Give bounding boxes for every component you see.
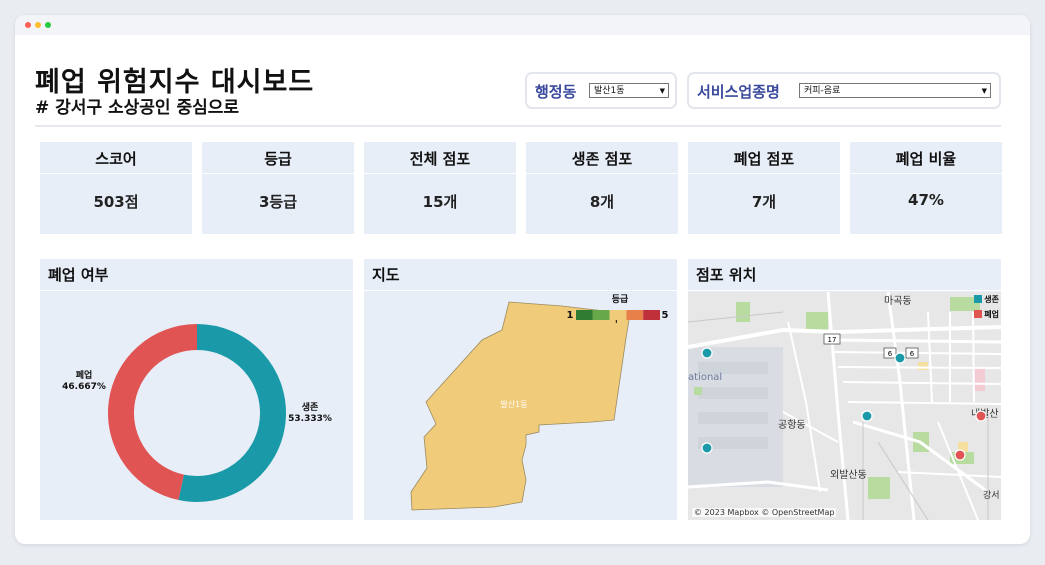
grade-legend-title: 등급 bbox=[612, 294, 629, 305]
donut-data-label: 46.667% bbox=[62, 382, 106, 392]
donut-slice-survived[interactable] bbox=[178, 324, 286, 502]
store-marker-closed[interactable] bbox=[975, 410, 987, 422]
kpi-value: 7개 bbox=[751, 193, 777, 211]
kpi-value: 15개 bbox=[422, 193, 458, 211]
kpi-label: 폐업 비율 bbox=[895, 150, 957, 168]
map-attribution[interactable]: © 2023 Mapbox © OpenStreetMap bbox=[692, 508, 837, 517]
donut-chart: 생존53.333% 폐업46.667% bbox=[62, 324, 332, 502]
map-overlay: 17 6 6 bbox=[701, 333, 987, 461]
kpi-card-closed-stores: 폐업 점포 7개 bbox=[688, 142, 840, 234]
legend-label: 생존 bbox=[984, 295, 999, 304]
panel-divider bbox=[688, 290, 1001, 291]
district-select-value: 발산1동 bbox=[594, 86, 625, 96]
kpi-label: 등급 bbox=[264, 150, 292, 168]
donut-data-label: 생존 bbox=[302, 401, 319, 413]
kpi-card-total-stores: 전체 점포 15개 bbox=[364, 142, 516, 234]
road-number: 6 bbox=[888, 350, 893, 358]
legend-label: 폐업 bbox=[984, 310, 999, 319]
dashboard-window: 폐업 위험지수 대시보드 # 강서구 소상공인 중심으로 행정동 발산1동 ▼ … bbox=[15, 15, 1030, 544]
road-number: 6 bbox=[910, 350, 915, 358]
chevron-down-icon: ▼ bbox=[981, 87, 987, 95]
legend-swatch bbox=[974, 295, 983, 303]
maximize-window-icon[interactable] bbox=[45, 22, 51, 28]
kpi-card-closure-rate: 폐업 비율 47% bbox=[850, 142, 1002, 234]
close-window-icon[interactable] bbox=[25, 22, 31, 28]
kpi-divider bbox=[850, 173, 1002, 174]
store-marker-closed[interactable] bbox=[954, 449, 966, 461]
kpi-value: 503점 bbox=[93, 193, 139, 211]
grade-legend-max: 5 bbox=[662, 310, 669, 321]
kpi-card-grade: 등급 3등급 bbox=[202, 142, 354, 234]
legend-item-survived: 생존 bbox=[974, 294, 999, 305]
kpi-label: 전체 점포 bbox=[409, 150, 471, 168]
grade-legend-swatch bbox=[626, 310, 644, 320]
store-marker-survived[interactable] bbox=[861, 410, 873, 422]
district-select[interactable]: 발산1동 ▼ bbox=[589, 83, 669, 98]
grade-legend-swatch bbox=[592, 310, 610, 320]
kpi-card-score: 스코어 503점 bbox=[40, 142, 192, 234]
service-filter-label: 서비스업종명 bbox=[697, 83, 780, 101]
kpi-value: 8개 bbox=[589, 193, 615, 211]
kpi-value: 3등급 bbox=[258, 193, 298, 211]
store-marker-survived[interactable] bbox=[701, 442, 713, 454]
closure-status-panel: 폐업 여부 생존 53.333% 폐업 46.667% bbox=[40, 259, 353, 520]
kpi-divider bbox=[364, 173, 516, 174]
panel-divider bbox=[40, 290, 353, 291]
minimize-window-icon[interactable] bbox=[35, 22, 41, 28]
region-map-panel: 지도 발산1동 등급 1 5 bbox=[364, 259, 677, 520]
panel-title: 점포 위치 bbox=[696, 266, 757, 284]
page-subtitle: # 강서구 소상공인 중심으로 bbox=[35, 98, 240, 118]
choropleth-map: 발산1동 등급 1 5 bbox=[410, 294, 669, 511]
service-select[interactable]: 커피-음료 ▼ bbox=[799, 83, 991, 98]
donut-data-label: 53.333% bbox=[288, 414, 332, 424]
panel-divider bbox=[364, 290, 677, 291]
grade-legend-swatch bbox=[609, 310, 627, 320]
donut-slice-closed[interactable] bbox=[108, 324, 198, 501]
road-number: 17 bbox=[828, 336, 837, 344]
store-marker-survived[interactable] bbox=[701, 347, 713, 359]
district-filter: 행정동 발산1동 ▼ bbox=[525, 72, 677, 109]
panel-title: 지도 bbox=[372, 266, 400, 284]
kpi-divider bbox=[40, 173, 192, 174]
window-titlebar bbox=[15, 15, 1030, 35]
kpi-label: 폐업 점포 bbox=[733, 150, 795, 168]
service-filter: 서비스업종명 커피-음료 ▼ bbox=[687, 72, 1001, 109]
kpi-divider bbox=[526, 173, 678, 174]
kpi-label: 스코어 bbox=[95, 150, 137, 168]
legend-item-closed: 폐업 bbox=[974, 309, 999, 320]
district-filter-label: 행정동 bbox=[535, 83, 577, 101]
chevron-down-icon: ▼ bbox=[659, 87, 665, 95]
grade-legend-min: 1 bbox=[567, 310, 574, 321]
kpi-card-surviving-stores: 생존 점포 8개 bbox=[526, 142, 678, 234]
donut-data-label: 폐업 bbox=[76, 369, 93, 381]
kpi-value: 47% bbox=[908, 191, 944, 209]
kpi-divider bbox=[688, 173, 840, 174]
grade-legend-swatch bbox=[576, 310, 593, 320]
region-label: 발산1동 bbox=[500, 399, 527, 409]
header-divider bbox=[35, 125, 1001, 127]
legend-swatch bbox=[974, 310, 983, 318]
panel-title: 폐업 여부 bbox=[48, 266, 109, 284]
kpi-divider bbox=[202, 173, 354, 174]
store-marker-survived[interactable] bbox=[894, 352, 906, 364]
store-map[interactable]: 마곡동 공항동 외발산동 내발산 ational 강서 17 6 6 생존 폐업… bbox=[688, 292, 1001, 520]
kpi-label: 생존 점포 bbox=[571, 150, 633, 168]
store-location-panel: 점포 위치 마곡동 공항동 외발산동 ational 강서 17 6 6 생존 … bbox=[688, 259, 1001, 520]
grade-legend-swatch bbox=[643, 310, 660, 320]
service-select-value: 커피-음료 bbox=[804, 86, 841, 96]
